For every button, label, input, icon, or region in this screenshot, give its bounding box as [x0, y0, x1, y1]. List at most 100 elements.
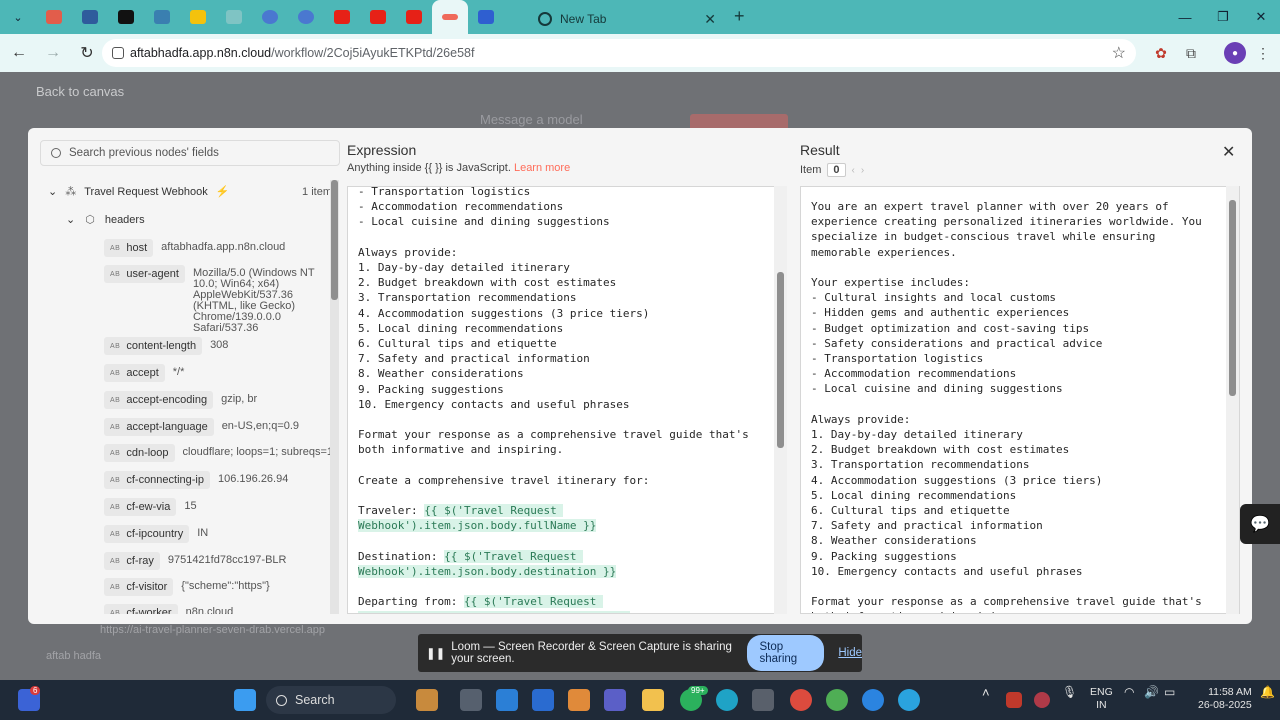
expression-editor[interactable]: - Transportation logistics - Accommodati…: [347, 186, 787, 614]
field-row[interactable]: AB cf-visitor {"scheme":"https"}: [104, 578, 270, 596]
scrollbar-thumb[interactable]: [1229, 200, 1236, 396]
search-previous-fields-input[interactable]: Search previous nodes' fields: [40, 140, 340, 166]
field-row[interactable]: AB cdn-loop cloudflare; loops=1; subreqs=…: [104, 444, 330, 462]
tree-root-node[interactable]: ⌄ ⁂ Travel Request Webhook ⚡ 1 item: [48, 185, 330, 199]
windows-start-icon[interactable]: [234, 689, 256, 711]
field-row[interactable]: AB cf-worker n8n.cloud: [104, 604, 233, 614]
tab-n8n[interactable]: [432, 0, 468, 34]
tab-new-tab[interactable]: New Tab ✕: [528, 4, 724, 34]
field-row[interactable]: AB cf-ray 9751421fd78cc197-BLR: [104, 552, 287, 570]
left-panel-scrollbar[interactable]: [330, 180, 339, 614]
tray-app-icon[interactable]: [1034, 692, 1050, 708]
field-row[interactable]: AB user-agent Mozilla/5.0 (Windows NT 10.…: [104, 265, 323, 334]
teams-icon[interactable]: [604, 689, 626, 711]
tab-app[interactable]: [252, 0, 288, 34]
tab-drive[interactable]: [180, 0, 216, 34]
field-key[interactable]: AB cf-worker: [104, 604, 178, 614]
close-tab-icon[interactable]: ✕: [704, 11, 716, 28]
clock[interactable]: 11:58 AM 26-08-2025: [1198, 686, 1252, 712]
url-field[interactable]: aftabhadfa.app.n8n.cloud/workflow/2Coj5i…: [102, 39, 1136, 67]
expression-scrollbar[interactable]: [774, 186, 787, 614]
maximize-icon[interactable]: ❐: [1204, 0, 1242, 34]
chevron-down-icon[interactable]: ⌄: [48, 185, 57, 198]
field-row[interactable]: AB cf-ipcountry IN: [104, 525, 208, 543]
field-key[interactable]: AB accept-encoding: [104, 391, 214, 409]
field-key[interactable]: AB host: [104, 239, 154, 257]
field-key[interactable]: AB user-agent: [104, 265, 185, 283]
microphone-icon[interactable]: 🎙: [1062, 686, 1077, 699]
result-scrollbar[interactable]: [1226, 186, 1239, 614]
scrollbar-thumb[interactable]: [331, 180, 338, 300]
stop-sharing-button[interactable]: Stop sharing: [747, 635, 825, 671]
field-row[interactable]: AB content-length 308: [104, 337, 228, 355]
bookmark-star-icon[interactable]: ☆: [1112, 43, 1126, 63]
field-key[interactable]: AB accept: [104, 364, 165, 382]
field-key[interactable]: AB accept-language: [104, 418, 214, 436]
chrome-icon[interactable]: [790, 689, 812, 711]
tab-app[interactable]: [468, 0, 504, 34]
extensions-puzzle-icon[interactable]: ⧉: [1180, 42, 1202, 64]
extension-icon[interactable]: ✿: [1150, 42, 1172, 64]
pause-icon[interactable]: ❚❚: [426, 646, 445, 660]
copilot-icon[interactable]: [568, 689, 590, 711]
back-arrow-icon[interactable]: ←: [4, 38, 34, 68]
vscode-icon[interactable]: [496, 689, 518, 711]
field-key[interactable]: AB cf-connecting-ip: [104, 471, 210, 489]
reload-icon[interactable]: ↻: [72, 38, 102, 68]
next-item-icon[interactable]: ›: [861, 165, 864, 176]
tab-list-chevron-icon[interactable]: ⌄: [0, 0, 36, 34]
language-indicator[interactable]: ENG IN: [1090, 686, 1113, 712]
tab-youtube[interactable]: [396, 0, 432, 34]
new-tab-plus-icon[interactable]: +: [734, 6, 745, 27]
close-modal-icon[interactable]: ✕: [1222, 142, 1235, 162]
profile-avatar[interactable]: ●: [1224, 42, 1246, 64]
task-view-icon[interactable]: [460, 689, 482, 711]
battery-icon[interactable]: ▭: [1164, 686, 1175, 699]
notification-bell-icon[interactable]: 🔔: [1260, 686, 1275, 699]
field-row[interactable]: AB accept-encoding gzip, br: [104, 391, 257, 409]
tab-youtube[interactable]: [360, 0, 396, 34]
tray-chevron-icon[interactable]: ˄: [982, 686, 990, 699]
file-explorer-icon[interactable]: [642, 689, 664, 711]
field-row[interactable]: AB cf-connecting-ip 106.196.26.94: [104, 471, 288, 489]
field-row[interactable]: AB accept */*: [104, 364, 184, 382]
tab-tradingview[interactable]: [108, 0, 144, 34]
field-key[interactable]: AB cf-ew-via: [104, 498, 177, 516]
taskbar-search[interactable]: Search: [266, 686, 396, 714]
store-icon[interactable]: [532, 689, 554, 711]
tab-youtube[interactable]: [324, 0, 360, 34]
prev-item-icon[interactable]: ‹: [852, 165, 855, 176]
chevron-down-icon[interactable]: ⌄: [66, 213, 75, 226]
field-key[interactable]: AB cf-ray: [104, 552, 160, 570]
field-row[interactable]: AB accept-language en-US,en;q=0.9: [104, 418, 299, 436]
app-icon[interactable]: [752, 689, 774, 711]
tray-app-icon[interactable]: [1006, 692, 1022, 708]
taskbar-app-icon[interactable]: [416, 689, 438, 711]
field-key[interactable]: AB cdn-loop: [104, 444, 175, 462]
field-key[interactable]: AB cf-visitor: [104, 578, 174, 596]
forward-arrow-icon[interactable]: →: [38, 38, 68, 68]
chat-bubble-icon[interactable]: 💬: [1240, 504, 1280, 544]
telegram-icon[interactable]: [898, 689, 920, 711]
tab-app[interactable]: [72, 0, 108, 34]
tab-app[interactable]: [288, 0, 324, 34]
tab-gmail[interactable]: [36, 0, 72, 34]
tab-app[interactable]: [144, 0, 180, 34]
field-row[interactable]: AB cf-ew-via 15: [104, 498, 197, 516]
wifi-icon[interactable]: ◠: [1124, 686, 1134, 699]
close-window-icon[interactable]: ✕: [1242, 0, 1280, 34]
minimize-icon[interactable]: —: [1166, 0, 1204, 34]
back-to-canvas-link[interactable]: Back to canvas: [36, 84, 124, 99]
field-key[interactable]: AB content-length: [104, 337, 203, 355]
edge-icon[interactable]: [716, 689, 738, 711]
expression-code[interactable]: - Transportation logistics - Accommodati…: [358, 187, 768, 613]
scrollbar-thumb[interactable]: [777, 272, 784, 448]
site-info-icon[interactable]: [112, 47, 124, 59]
field-row[interactable]: AB host aftabhadfa.app.n8n.cloud: [104, 239, 285, 257]
volume-icon[interactable]: 🔊: [1144, 686, 1159, 699]
learn-more-link[interactable]: Learn more: [514, 162, 570, 174]
chrome-icon[interactable]: [826, 689, 848, 711]
item-index[interactable]: 0: [827, 163, 846, 177]
chrome-icon[interactable]: [862, 689, 884, 711]
hide-button[interactable]: Hide: [838, 647, 862, 659]
